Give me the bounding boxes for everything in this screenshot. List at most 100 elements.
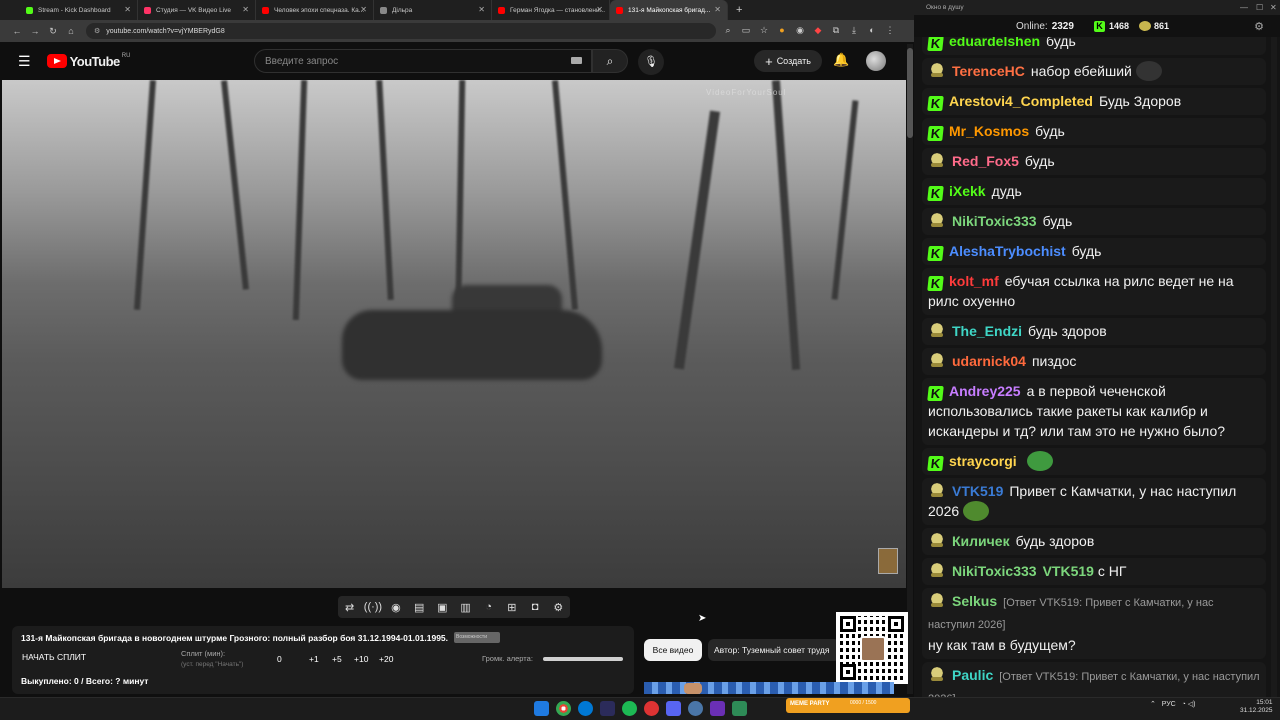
chat-username[interactable]: kolt_mf [949,273,999,289]
chat-username[interactable]: TerenceHC [952,63,1025,79]
chat-scrollbar[interactable] [1271,37,1277,697]
network-icon[interactable]: ◔ [1182,701,1186,708]
tab-close-icon[interactable]: ✕ [242,5,249,14]
create-button[interactable]: + Создать [754,50,822,72]
chat-username[interactable]: Red_Fox5 [952,153,1019,169]
speed-icon[interactable]: ◔ [480,601,498,613]
chat-username[interactable]: Mr_Kosmos [949,123,1029,139]
add-5-button[interactable]: +5 [332,654,342,664]
minimize-icon[interactable]: — [1240,3,1248,12]
spotify-icon[interactable] [622,701,637,716]
video-player[interactable] [2,80,906,588]
start-menu-icon[interactable] [534,701,549,716]
split-minutes-value[interactable]: 0 [277,654,282,664]
chat-username[interactable]: NikiToxic333 [952,563,1037,579]
broadcast-icon[interactable]: ((·)) [364,601,382,613]
tab-close-icon[interactable]: ✕ [714,5,721,14]
new-tab-plus-icon[interactable]: + [736,4,742,16]
system-clock[interactable]: 15:01 31.12.2025 [1240,699,1273,715]
chat-username[interactable]: Selkus [952,593,997,609]
url-field[interactable]: ⚙ youtube.com/watch?v=vjYMBERydG8 [86,23,716,39]
app-icon[interactable] [710,701,725,716]
chat-username[interactable]: udarnick04 [952,353,1026,369]
add-20-button[interactable]: +20 [379,654,393,664]
chat-settings-gear-icon[interactable]: ⚙ [1254,20,1264,33]
screenshot-camera-icon[interactable]: ◘ [526,601,544,613]
chat-username[interactable]: iXekk [949,183,986,199]
tab-close-icon[interactable]: ✕ [360,5,367,14]
search-input[interactable]: Введите запрос [254,49,592,73]
app-icon[interactable] [688,701,703,716]
chat-username[interactable]: VTK519 [952,483,1003,499]
extension-icon[interactable]: ● [776,25,788,37]
start-split-button[interactable]: НАЧАТЬ СПЛИТ [22,652,86,662]
chat-username[interactable]: straycorgi [949,453,1017,469]
app-icon[interactable] [600,701,615,716]
notifications-bell-icon[interactable]: 🔔 [833,52,849,68]
tray-chevron-icon[interactable]: ⌃ [1150,701,1156,708]
bookmark-star-icon[interactable]: ☆ [758,25,770,37]
cast-icon[interactable]: ▭ [740,25,752,37]
browser-tab[interactable]: Человек эпохи спецназа. Ка... ✕ [256,0,374,20]
volume-icon[interactable]: ◁) [1188,701,1196,708]
language-indicator[interactable]: РУС [1162,701,1176,708]
watch-icon[interactable]: ◉ [387,601,405,614]
chat-username[interactable]: Andrey225 [949,383,1021,399]
chat-feed[interactable]: Keduardelshen будь TerenceHC набор ебейший K… [914,37,1280,697]
chrome-icon[interactable] [556,701,571,716]
browser-tab[interactable]: Студия — VK Видео Live ✕ [138,0,256,20]
loop-icon[interactable]: ⇄ [341,601,359,614]
profile-icon[interactable]: ◐ [866,25,878,37]
extension-icon[interactable]: ◉ [794,25,806,37]
tab-close-icon[interactable]: ✕ [124,5,131,14]
zoom-icon[interactable]: ⌕ [722,25,734,37]
picture-in-picture-icon[interactable]: ▣ [433,601,451,614]
alert-volume-slider[interactable] [543,657,623,661]
chat-username[interactable]: NikiToxic333 [952,213,1037,229]
all-videos-chip[interactable]: Все видео [644,639,702,661]
download-icon[interactable]: ⤓ [848,25,860,37]
browser-tab[interactable]: 131-я Майкопская бригад... ✕ [610,0,728,20]
chat-username[interactable]: Arestovi4_Completed [949,93,1093,109]
menu-dots-icon[interactable]: ⋮ [884,25,896,37]
chat-username[interactable]: eduardelshen [949,37,1040,49]
forward-icon[interactable]: → [26,26,44,36]
site-info-icon[interactable]: ⚙ [94,27,100,35]
page-scrollbar-thumb[interactable] [907,48,913,138]
clapper-icon[interactable]: ▤ [410,601,428,614]
chat-username[interactable]: Киличек [952,533,1010,549]
channel-watermark-thumbnail[interactable] [878,548,898,574]
add-1-button[interactable]: +1 [309,654,319,664]
add-frame-icon[interactable]: ⊞ [503,601,521,614]
close-icon[interactable]: ✕ [1270,3,1277,12]
chat-mention[interactable]: VTK519 [1043,563,1094,579]
youtube-logo[interactable]: YouTube RU [46,53,130,69]
browser-tab[interactable]: Stream - Kick Dashboard ✕ [20,0,138,20]
extensions-puzzle-icon[interactable]: ⧉ [830,25,842,37]
page-scrollbar[interactable] [907,44,913,694]
edge-icon[interactable] [578,701,593,716]
extension-icon[interactable]: ◆ [812,25,824,37]
theater-icon[interactable]: ▥ [457,601,475,614]
chat-username[interactable]: Paulic [952,667,993,683]
back-icon[interactable]: ← [8,26,26,36]
hamburger-menu-icon[interactable]: ☰ [18,53,31,70]
app-icon[interactable] [644,701,659,716]
add-10-button[interactable]: +10 [354,654,368,664]
browser-tab[interactable]: Герман Ягодка — становлени... ✕ [492,0,610,20]
settings-gear-icon[interactable]: ⚙ [549,601,567,614]
tab-close-icon[interactable]: ✕ [478,5,485,14]
search-button[interactable]: ⌕ [592,49,628,73]
recommended-video-thumbnail[interactable] [644,682,894,694]
tab-close-icon[interactable]: ✕ [596,5,603,14]
browser-tab[interactable]: Дільра ✕ [374,0,492,20]
reload-icon[interactable]: ↻ [44,26,62,37]
author-chip[interactable]: Автор: Туземный совет трудя [708,639,840,661]
home-icon[interactable]: ⌂ [62,26,80,36]
voice-search-button[interactable]: 🎙 [638,49,664,75]
app-icon[interactable] [732,701,747,716]
keyboard-icon[interactable] [571,57,582,64]
maximize-icon[interactable]: ☐ [1256,3,1263,12]
discord-icon[interactable] [666,701,681,716]
chat-username[interactable]: The_Endzi [952,323,1022,339]
